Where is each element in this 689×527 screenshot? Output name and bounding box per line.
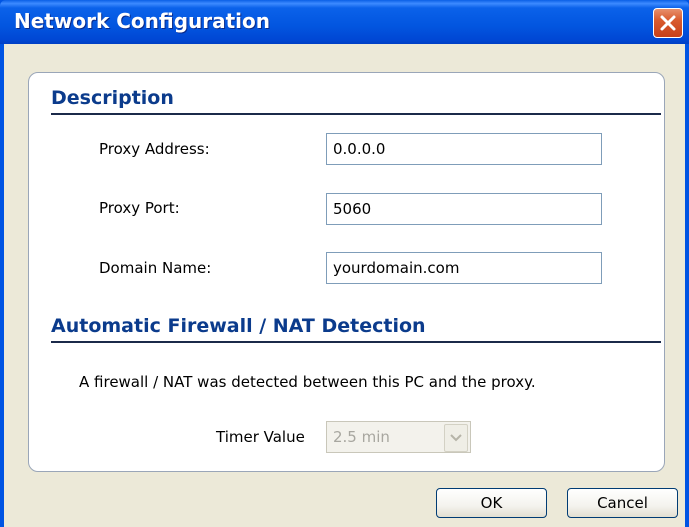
close-button[interactable]	[653, 8, 683, 38]
proxy-port-input[interactable]: 5060	[326, 193, 602, 225]
close-icon	[660, 15, 676, 31]
domain-name-label: Domain Name:	[99, 259, 212, 277]
chevron-down-icon	[450, 434, 462, 442]
timer-dropdown-button[interactable]	[444, 424, 468, 452]
firewall-status-text: A firewall / NAT was detected between th…	[79, 373, 536, 391]
network-configuration-window: Network Configuration Description Proxy …	[0, 0, 689, 527]
window-title: Network Configuration	[14, 9, 270, 33]
description-divider	[51, 113, 661, 115]
firewall-heading: Automatic Firewall / NAT Detection	[51, 315, 426, 337]
title-bar[interactable]: Network Configuration	[0, 0, 689, 44]
ok-button[interactable]: OK	[436, 488, 547, 518]
cancel-button[interactable]: Cancel	[567, 488, 678, 518]
firewall-divider	[51, 341, 661, 343]
timer-value-select[interactable]: 2.5 min	[326, 421, 471, 453]
proxy-address-label: Proxy Address:	[99, 140, 210, 158]
description-heading: Description	[51, 87, 174, 109]
domain-name-input[interactable]: yourdomain.com	[326, 252, 602, 284]
timer-value-label: Timer Value	[216, 428, 305, 446]
proxy-port-label: Proxy Port:	[99, 199, 180, 217]
proxy-address-input[interactable]: 0.0.0.0	[326, 133, 602, 165]
settings-panel: Description Proxy Address: 0.0.0.0 Proxy…	[28, 72, 665, 472]
timer-value-selected: 2.5 min	[333, 428, 390, 446]
